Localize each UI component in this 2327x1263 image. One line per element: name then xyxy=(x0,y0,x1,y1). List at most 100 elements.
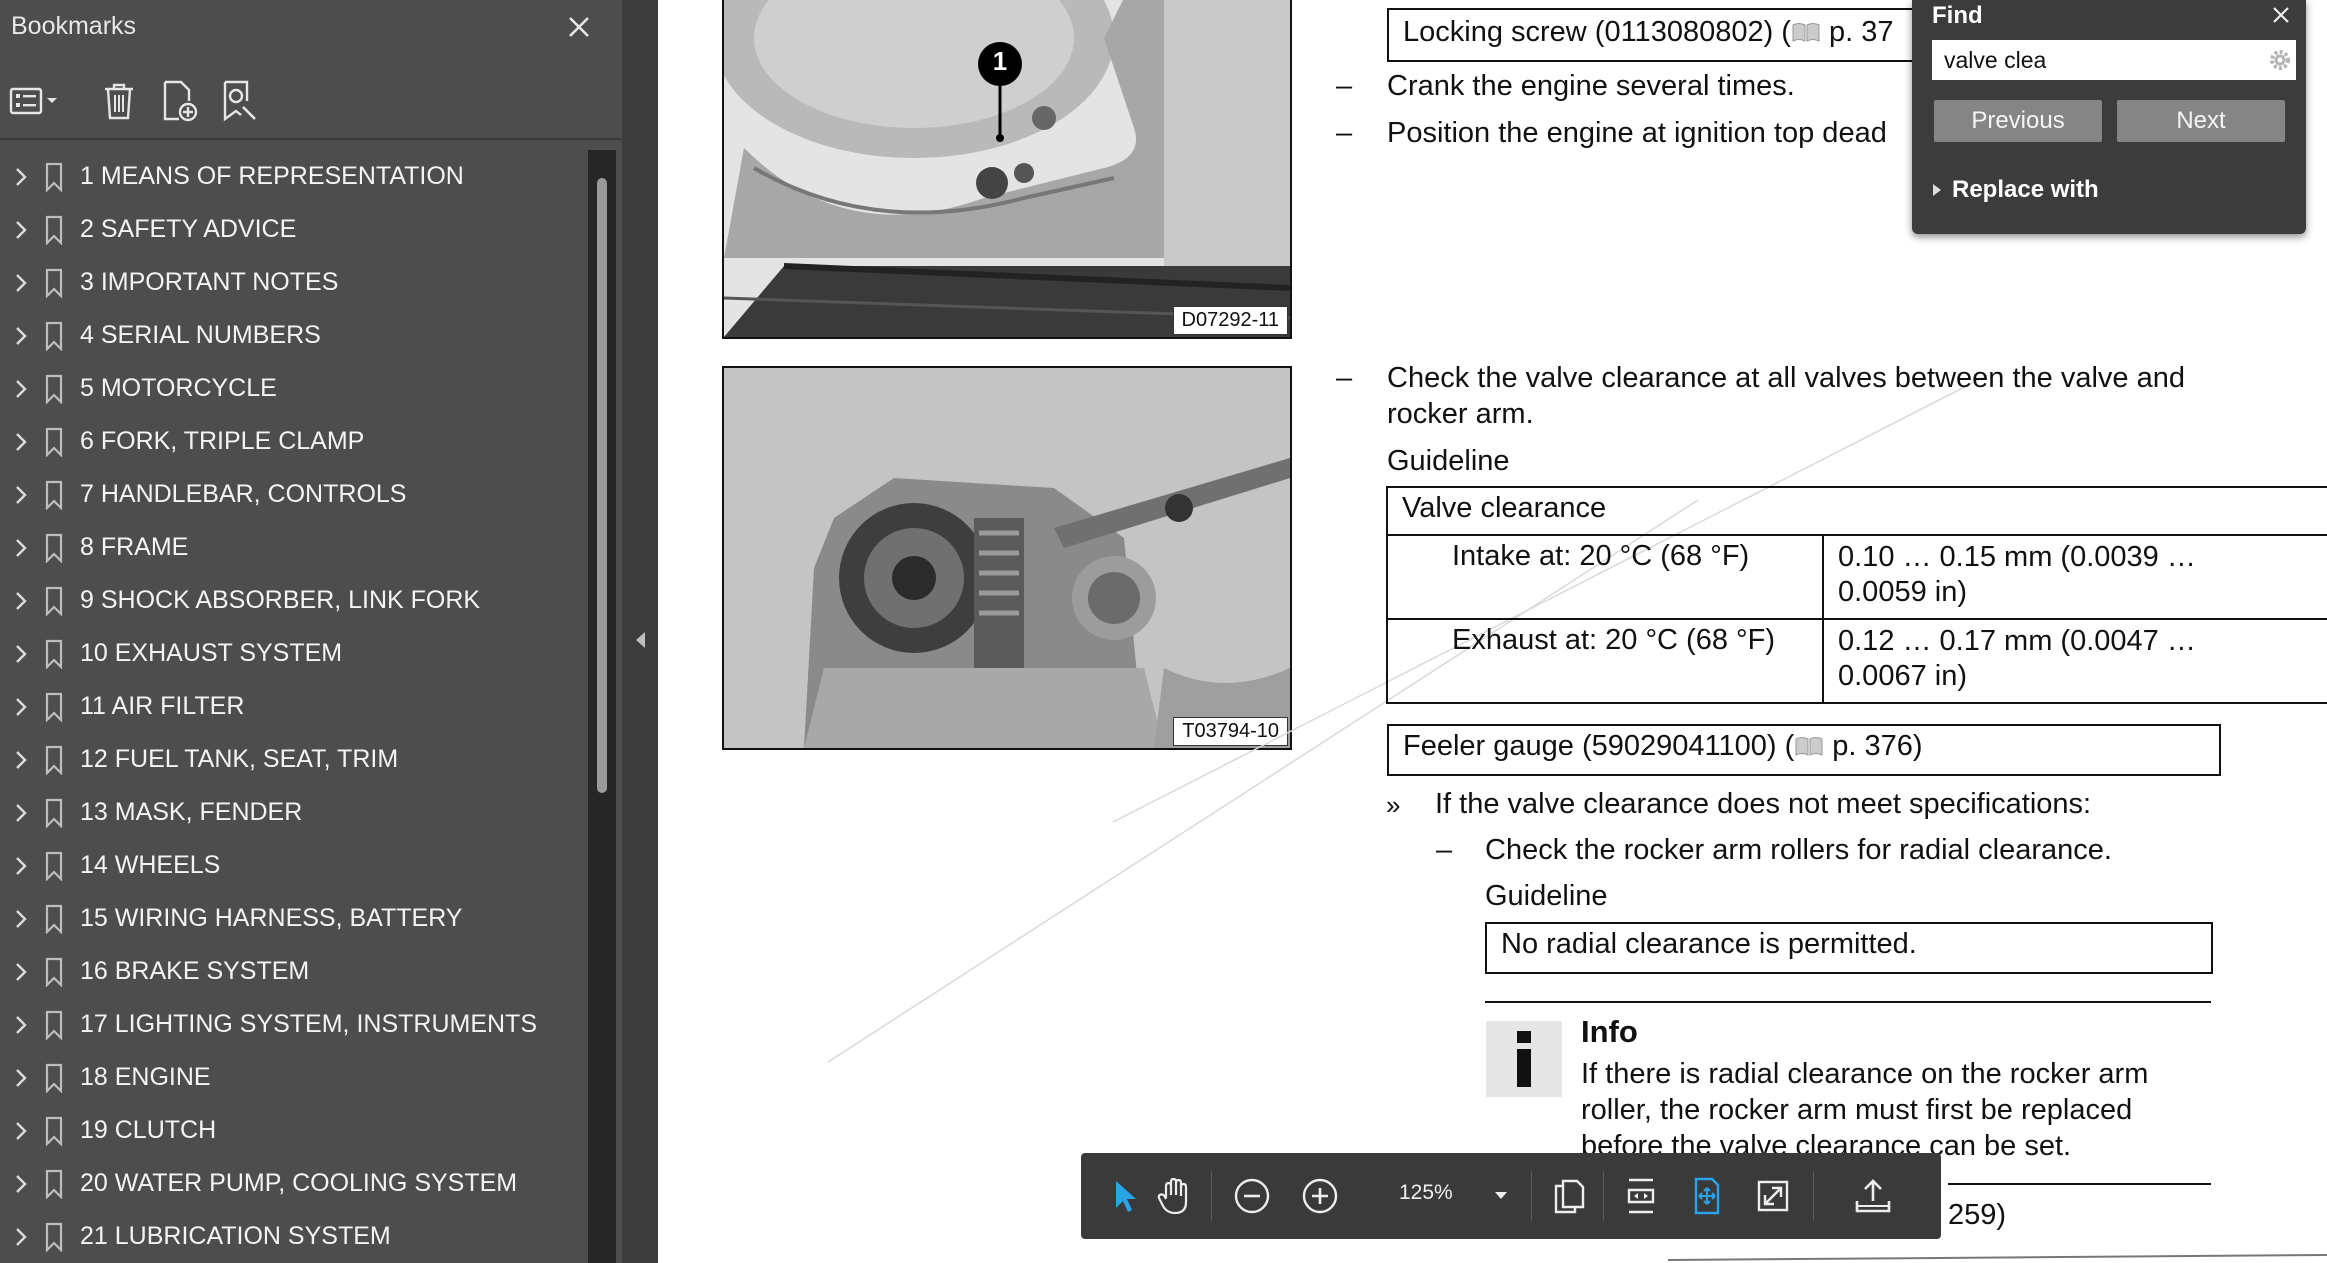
bookmark-label: 21 LUBRICATION SYSTEM xyxy=(80,1222,391,1250)
chevron-right-icon[interactable] xyxy=(6,962,36,982)
previous-button[interactable]: Previous xyxy=(1934,100,2102,142)
exhaust-value-line2: 0.0067 in) xyxy=(1838,660,1967,692)
exhaust-label: Exhaust at: 20 °C (68 °F) xyxy=(1386,618,1824,704)
chevron-right-icon[interactable] xyxy=(6,273,36,293)
find-input[interactable] xyxy=(1932,40,2276,80)
chevron-right-icon[interactable] xyxy=(6,591,36,611)
bookmark-label: 11 AIR FILTER xyxy=(80,692,245,720)
bookmark-label: 20 WATER PUMP, COOLING SYSTEM xyxy=(80,1169,518,1197)
engine-photo-2: T03794-10 xyxy=(722,366,1292,750)
bookmark-options-button[interactable] xyxy=(8,76,60,126)
bookmark-item[interactable]: 17 LIGHTING SYSTEM, INSTRUMENTS xyxy=(0,998,586,1051)
replace-toggle[interactable]: Replace with xyxy=(1932,176,2099,204)
bookmark-properties-button[interactable] xyxy=(214,76,264,126)
zoom-level[interactable]: 125% xyxy=(1399,1181,1453,1205)
step-rocker: Check the rocker arm rollers for radial … xyxy=(1485,834,2112,866)
bookmark-item[interactable]: 13 MASK, FENDER xyxy=(0,786,586,839)
close-find-button[interactable] xyxy=(2264,0,2298,30)
share-button[interactable] xyxy=(1845,1167,1901,1225)
step-check-line1: Check the valve clearance at all valves … xyxy=(1387,362,2185,394)
intake-value-line1: 0.10 … 0.15 mm (0.0039 … xyxy=(1838,541,2196,573)
bookmark-item[interactable]: 8 FRAME xyxy=(0,521,586,574)
collapse-panel-button[interactable] xyxy=(632,628,648,652)
chevron-right-icon[interactable] xyxy=(6,326,36,346)
bookmark-icon xyxy=(40,957,68,987)
bookmark-item[interactable]: 6 FORK, TRIPLE CLAMP xyxy=(0,415,586,468)
zoom-in-icon xyxy=(1302,1178,1338,1214)
bookmark-item[interactable]: 12 FUEL TANK, SEAT, TRIM xyxy=(0,733,586,786)
fit-page-icon xyxy=(1694,1177,1720,1215)
toolbar-separator xyxy=(1211,1171,1212,1221)
locking-screw-page: p. 37 xyxy=(1820,16,1894,48)
bookmark-search-icon xyxy=(223,80,256,122)
chevron-right-icon[interactable] xyxy=(6,1068,36,1088)
hand-tool-button[interactable] xyxy=(1147,1167,1203,1225)
bookmark-item[interactable]: 2 SAFETY ADVICE xyxy=(0,203,586,256)
fit-width-button[interactable] xyxy=(1613,1167,1669,1225)
toolbar-separator xyxy=(1531,1171,1532,1221)
fit-page-button[interactable] xyxy=(1679,1167,1735,1225)
chevron-right-icon[interactable] xyxy=(6,856,36,876)
chevron-right-icon[interactable] xyxy=(6,432,36,452)
chevron-right-icon[interactable] xyxy=(6,697,36,717)
chevron-right-icon[interactable] xyxy=(6,1227,36,1247)
bookmark-item[interactable]: 14 WHEELS xyxy=(0,839,586,892)
bookmark-icon xyxy=(40,586,68,616)
next-button[interactable]: Next xyxy=(2117,100,2285,142)
select-tool-button[interactable] xyxy=(1097,1167,1153,1225)
bookmark-item[interactable]: 21 LUBRICATION SYSTEM xyxy=(0,1210,586,1263)
delete-bookmark-button[interactable] xyxy=(94,76,144,126)
chevron-right-icon[interactable] xyxy=(6,485,36,505)
chevron-right-icon[interactable] xyxy=(6,538,36,558)
bookmark-icon xyxy=(40,851,68,881)
bookmark-item[interactable]: 15 WIRING HARNESS, BATTERY xyxy=(0,892,586,945)
condition-marker: » xyxy=(1386,790,1401,820)
bookmark-item[interactable]: 9 SHOCK ABSORBER, LINK FORK xyxy=(0,574,586,627)
bookmark-item[interactable]: 1 MEANS OF REPRESENTATION xyxy=(0,150,586,203)
dash-marker: – xyxy=(1436,834,1453,866)
bookmark-icon xyxy=(40,1222,68,1252)
bookmark-item[interactable]: 18 ENGINE xyxy=(0,1051,586,1104)
chevron-right-icon[interactable] xyxy=(6,644,36,664)
page-display-button[interactable] xyxy=(1541,1167,1597,1225)
chevron-right-icon[interactable] xyxy=(6,909,36,929)
chevron-right-icon[interactable] xyxy=(6,803,36,823)
hand-icon xyxy=(1157,1177,1188,1215)
close-bookmarks-button[interactable] xyxy=(560,8,598,46)
bookmark-item[interactable]: 19 CLUTCH xyxy=(0,1104,586,1157)
bookmark-icon xyxy=(40,480,68,510)
zoom-in-button[interactable] xyxy=(1292,1167,1348,1225)
guideline-label: Guideline xyxy=(1387,445,1510,477)
chevron-right-icon[interactable] xyxy=(6,167,36,187)
add-bookmark-button[interactable] xyxy=(154,76,204,126)
find-settings-button[interactable] xyxy=(2264,40,2296,80)
chevron-right-icon[interactable] xyxy=(6,1174,36,1194)
zoom-out-button[interactable] xyxy=(1224,1167,1280,1225)
table-header-row: Valve clearance xyxy=(1386,486,2327,536)
step-crank: Crank the engine several times. xyxy=(1387,70,1795,102)
bookmark-item[interactable]: 10 EXHAUST SYSTEM xyxy=(0,627,586,680)
info-title: Info xyxy=(1581,1014,1638,1049)
bookmark-item[interactable]: 7 HANDLEBAR, CONTROLS xyxy=(0,468,586,521)
chevron-right-icon[interactable] xyxy=(6,220,36,240)
chevron-right-icon[interactable] xyxy=(6,379,36,399)
bookmark-item[interactable]: 16 BRAKE SYSTEM xyxy=(0,945,586,998)
bookmark-item[interactable]: 5 MOTORCYCLE xyxy=(0,362,586,415)
bookmark-item[interactable]: 20 WATER PUMP, COOLING SYSTEM xyxy=(0,1157,586,1210)
full-screen-button[interactable] xyxy=(1745,1167,1801,1225)
bookmark-item[interactable]: 3 IMPORTANT NOTES xyxy=(0,256,586,309)
bookmark-label: 8 FRAME xyxy=(80,533,189,561)
step-check-line2: rocker arm. xyxy=(1387,398,1534,430)
bookmark-icon xyxy=(40,321,68,351)
bookmark-item[interactable]: 4 SERIAL NUMBERS xyxy=(0,309,586,362)
bookmarks-scrollbar-thumb[interactable] xyxy=(597,178,607,793)
table-row: Intake at: 20 °C (68 °F) 0.10 … 0.15 mm … xyxy=(1386,534,2327,620)
chevron-right-icon[interactable] xyxy=(6,1015,36,1035)
table-header: Valve clearance xyxy=(1386,486,2327,536)
bookmark-icon xyxy=(40,798,68,828)
chevron-right-icon[interactable] xyxy=(6,750,36,770)
callout-number: 1 xyxy=(992,46,1008,76)
bookmark-item[interactable]: 11 AIR FILTER xyxy=(0,680,586,733)
zoom-dropdown-button[interactable] xyxy=(1486,1173,1516,1219)
chevron-right-icon[interactable] xyxy=(6,1121,36,1141)
